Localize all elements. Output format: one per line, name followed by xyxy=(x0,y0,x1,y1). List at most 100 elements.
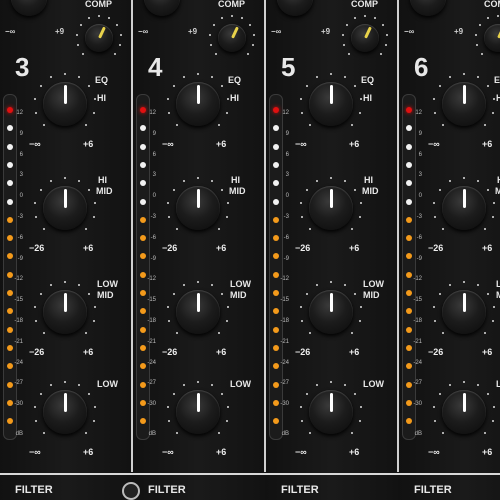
eq-low-mid-knob[interactable] xyxy=(442,290,486,334)
eq-hi-mid-knob-pointer xyxy=(196,189,200,208)
eq-low-knob-tick xyxy=(218,432,221,435)
eq-hi-knob-tick xyxy=(351,124,354,127)
channel-divider xyxy=(131,0,133,472)
eq-low-knob[interactable] xyxy=(309,390,353,434)
meter-db-label: dB xyxy=(15,431,23,437)
eq-hi-knob-tick xyxy=(463,73,465,75)
eq-hi-knob-min: −∞ xyxy=(29,139,41,149)
eq-low-mid-knob-tick xyxy=(183,284,186,287)
eq-hi-mid-knob-tick xyxy=(301,216,304,219)
meter-scale-label: -15 xyxy=(147,297,156,304)
meter-scale-label: 0 xyxy=(418,193,422,200)
eq-hi-knob[interactable] xyxy=(442,82,486,126)
gain-knob[interactable] xyxy=(410,0,446,16)
channel-number: 6 xyxy=(414,52,429,82)
eq-hi-mid-knob[interactable] xyxy=(309,186,353,230)
eq-low-mid-knob-pointer xyxy=(63,293,67,312)
meter-led xyxy=(140,418,146,425)
meter-led xyxy=(406,418,412,425)
eq-hi-knob-tick xyxy=(434,112,437,115)
eq-hi-mid-knob[interactable] xyxy=(43,186,87,230)
eq-low-mid-knob-tick xyxy=(308,332,311,335)
meter-led xyxy=(273,418,279,425)
meter-led xyxy=(7,418,13,425)
eq-hi-mid-knob-tick xyxy=(351,228,354,231)
meter-scale-label: -27 xyxy=(280,380,289,387)
eq-low-mid-knob[interactable] xyxy=(309,290,353,334)
eq-low-knob-tick xyxy=(351,432,354,435)
eq-hi-mid-knob-tick xyxy=(226,202,229,205)
eq-hi-mid-knob-tick xyxy=(305,189,308,192)
eq-hi-mid-knob-tick xyxy=(77,180,80,183)
hi-label: HI xyxy=(363,93,372,103)
low-mid-label-1: LOW xyxy=(97,279,118,289)
eq-hi-knob-min: −∞ xyxy=(162,139,174,149)
eq-low-knob-tick xyxy=(64,381,66,383)
eq-low-knob-tick xyxy=(210,384,213,387)
meter-scale-label: 0 xyxy=(19,193,23,200)
meter-scale-label: -21 xyxy=(147,338,156,345)
eq-low-knob[interactable] xyxy=(442,390,486,434)
comp-knob[interactable] xyxy=(351,24,379,52)
eq-hi-knob[interactable] xyxy=(43,82,87,126)
eq-hi-mid-knob[interactable] xyxy=(442,186,486,230)
eq-low-knob-tick xyxy=(463,381,465,383)
meter-led xyxy=(140,143,146,150)
eq-hi-mid-knob[interactable] xyxy=(176,186,220,230)
comp-label: COMP xyxy=(85,0,112,9)
meter-scale-label: 12 xyxy=(16,110,23,116)
eq-hi-knob-tick xyxy=(476,76,479,79)
eq-hi-knob-tick xyxy=(221,85,224,88)
comp-knob-tick xyxy=(479,24,482,27)
eq-hi-mid-knob-tick xyxy=(50,180,53,183)
hi-label: HI xyxy=(496,93,500,103)
eq-low-mid-knob-tick xyxy=(226,306,229,309)
eq-hi-knob-tick xyxy=(226,98,229,101)
eq-low-mid-knob-min: −26 xyxy=(295,347,311,357)
eq-low-mid-knob[interactable] xyxy=(43,290,87,334)
eq-hi-mid-knob-tick xyxy=(491,216,494,219)
gain-knob[interactable] xyxy=(11,0,47,16)
eq-low-mid-knob-tick xyxy=(34,306,37,309)
eq-low-knob[interactable] xyxy=(43,390,87,434)
eq-low-mid-knob[interactable] xyxy=(176,290,220,334)
eq-low-mid-knob-tick xyxy=(39,293,42,296)
eq-low-mid-knob-tick xyxy=(88,293,91,296)
eq-low-knob[interactable] xyxy=(176,390,220,434)
meter-scale-label: -6 xyxy=(150,234,156,241)
comp-knob[interactable] xyxy=(484,24,500,52)
eq-low-mid-knob-tick xyxy=(491,320,494,323)
gain-knob[interactable] xyxy=(277,0,313,16)
meter-scale-label: -27 xyxy=(14,380,23,387)
comp-knob[interactable] xyxy=(218,24,246,52)
meter-scale-label: -30 xyxy=(147,401,156,408)
gain-min-label: −∞ xyxy=(404,27,415,36)
eq-low-knob-tick xyxy=(476,384,479,387)
eq-low-knob-tick xyxy=(449,384,452,387)
eq-low-mid-knob-tick xyxy=(438,293,441,296)
eq-hi-knob-tick xyxy=(39,85,42,88)
eq-low-knob-tick xyxy=(225,420,228,423)
eq-low-knob-tick xyxy=(301,420,304,423)
eq-hi-knob-tick xyxy=(42,124,45,127)
meter-scale-label: -18 xyxy=(14,318,23,324)
comp-knob[interactable] xyxy=(85,24,113,52)
meter-scale-label: -9 xyxy=(416,255,422,262)
meter-led xyxy=(7,180,13,187)
eq-hi-mid-knob-max: +6 xyxy=(349,243,360,253)
eq-hi-knob[interactable] xyxy=(176,82,220,126)
comp-label: COMP xyxy=(218,0,245,9)
meter-scale-label: 0 xyxy=(152,193,156,200)
eq-low-mid-knob-max: +6 xyxy=(482,347,493,357)
eq-hi-knob[interactable] xyxy=(309,82,353,126)
gain-min-label: −∞ xyxy=(138,27,149,36)
eq-low-knob-max: +6 xyxy=(349,447,360,457)
meter-led xyxy=(273,290,279,296)
meter-scale-label: 9 xyxy=(19,130,23,137)
eq-hi-mid-knob-tick xyxy=(183,180,186,183)
eq-hi-mid-knob-tick xyxy=(359,202,362,205)
meter-led xyxy=(7,344,13,351)
eq-low-knob-tick xyxy=(172,393,175,396)
gain-knob[interactable] xyxy=(144,0,180,16)
comp-knob-tick xyxy=(240,17,243,20)
